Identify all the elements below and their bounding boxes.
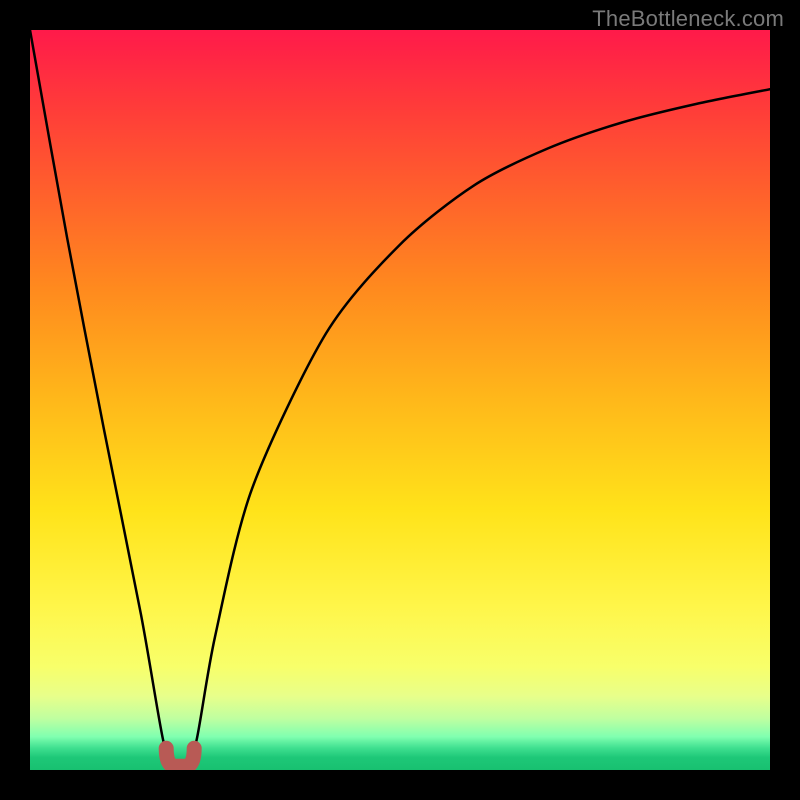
chart-frame: TheBottleneck.com (0, 0, 800, 800)
curve-svg (30, 30, 770, 770)
bottleneck-curve-notch (166, 748, 194, 766)
attribution-text: TheBottleneck.com (592, 6, 784, 32)
bottleneck-curve-main (30, 30, 770, 769)
plot-area (30, 30, 770, 770)
